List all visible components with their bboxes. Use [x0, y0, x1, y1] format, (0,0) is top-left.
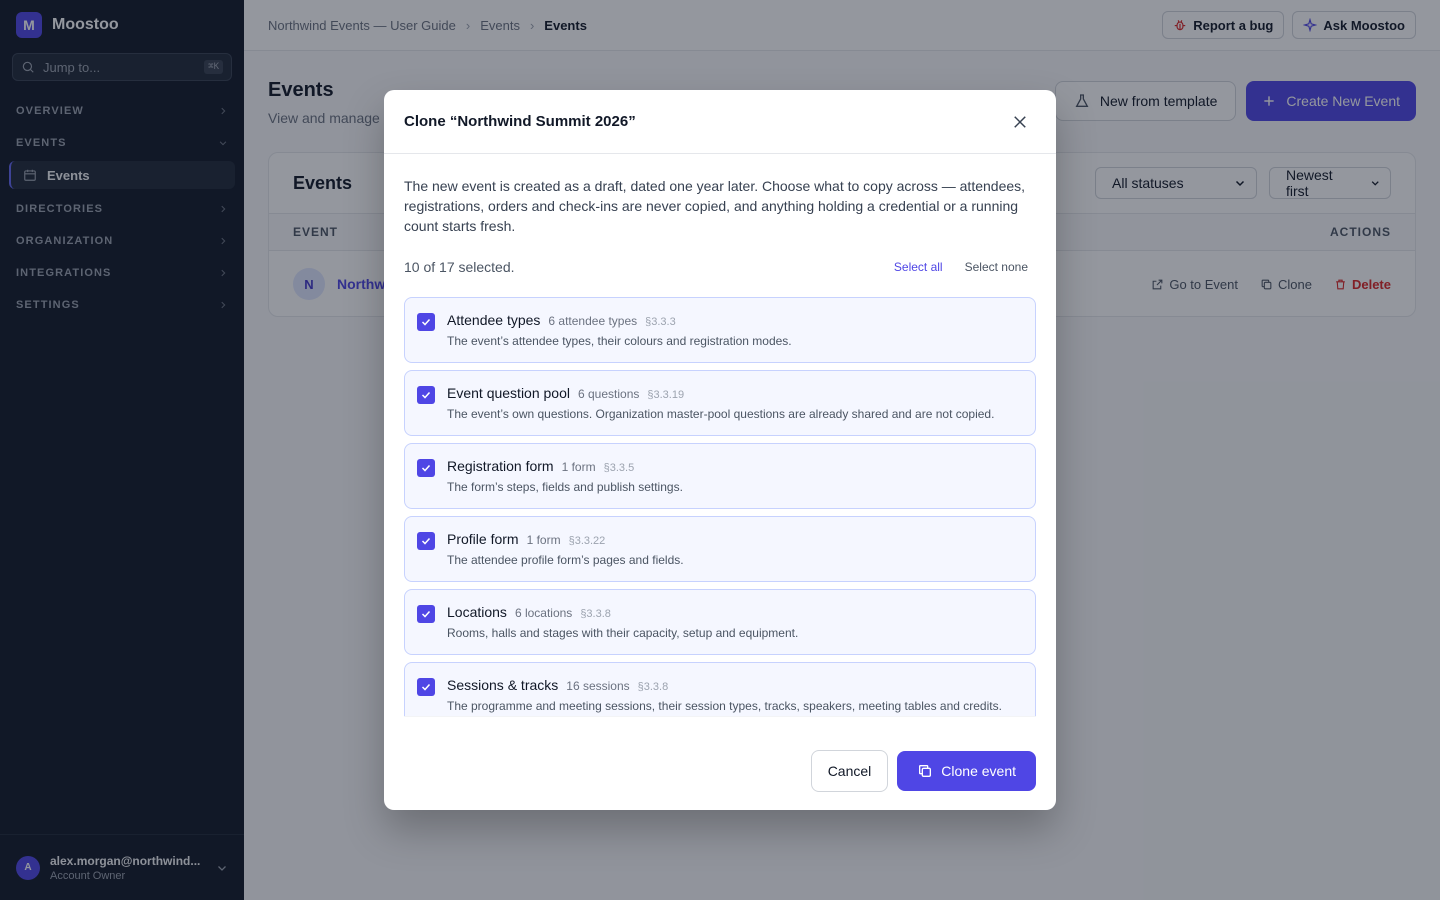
option-name: Locations	[447, 604, 507, 620]
option-description: Rooms, halls and stages with their capac…	[447, 626, 799, 640]
option-ref: §3.3.22	[568, 535, 606, 547]
option-content: Event question pool 6 questions §3.3.19 …	[447, 385, 1019, 422]
checkbox[interactable]	[417, 313, 435, 331]
option-description: The event’s attendee types, their colour…	[447, 334, 792, 348]
copy-icon	[919, 764, 932, 777]
option-count: 6 locations	[514, 606, 573, 620]
option-sessions-tracks[interactable]: Sessions & tracks 16 sessions §3.3.8 The…	[404, 662, 1036, 716]
select-none-button[interactable]: Select none	[957, 258, 1036, 276]
option-description: The attendee profile form’s pages and fi…	[447, 553, 684, 567]
option-count: 16 sessions	[566, 679, 630, 693]
option-ref: §3.3.19	[647, 389, 685, 401]
check-icon	[421, 610, 431, 618]
checkbox[interactable]	[417, 605, 435, 623]
dialog-description: The new event is created as a draft, dat…	[404, 178, 1026, 234]
clone-event-label: Clone event	[941, 762, 1016, 779]
option-description: The event’s own questions. Organization …	[447, 407, 995, 421]
check-icon	[421, 391, 431, 399]
clone-options-list[interactable]: Attendee types 6 attendee types §3.3.3 T…	[404, 297, 1036, 717]
option-ref: §3.3.8	[637, 681, 669, 693]
option-content: Registration form 1 form §3.3.5 The form…	[447, 458, 1019, 495]
option-description: The programme and meeting sessions, thei…	[447, 699, 1002, 716]
selection-controls: Select all Select none	[886, 258, 1036, 276]
selection-summary: 10 of 17 selected. Select all Select non…	[404, 257, 1036, 277]
option-heading: Event question pool 6 questions §3.3.19	[447, 385, 1019, 401]
dialog-footer: Cancel Clone event	[384, 731, 1056, 810]
selected-count: 10 of 17 selected.	[404, 259, 515, 275]
checkbox[interactable]	[417, 459, 435, 477]
option-event-question-pool[interactable]: Event question pool 6 questions §3.3.19 …	[404, 370, 1036, 436]
option-name: Event question pool	[447, 385, 570, 401]
option-ref: §3.3.3	[645, 316, 676, 328]
close-button[interactable]	[1004, 106, 1036, 138]
option-description: The form’s steps, fields and publish set…	[447, 480, 683, 494]
option-content: Attendee types 6 attendee types §3.3.3 T…	[447, 312, 1019, 349]
dialog-header: Clone “Northwind Summit 2026”	[384, 90, 1056, 154]
option-heading: Sessions & tracks 16 sessions §3.3.8	[447, 677, 1019, 693]
clone-event-dialog: Clone “Northwind Summit 2026” The new ev…	[384, 90, 1056, 810]
check-icon	[421, 318, 431, 326]
option-name: Sessions & tracks	[447, 677, 559, 693]
check-icon	[421, 683, 431, 691]
close-icon	[1014, 115, 1026, 128]
dialog-body: The new event is created as a draft, dat…	[384, 154, 1056, 717]
option-count: 1 form	[526, 533, 561, 547]
option-name: Registration form	[447, 458, 554, 474]
checkbox[interactable]	[417, 532, 435, 550]
option-content: Sessions & tracks 16 sessions §3.3.8 The…	[447, 677, 1019, 716]
option-registration-form[interactable]: Registration form 1 form §3.3.5 The form…	[404, 443, 1036, 509]
option-ref: §3.3.5	[603, 462, 635, 474]
clone-event-button[interactable]: Clone event	[897, 750, 1036, 791]
option-content: Locations 6 locations §3.3.8 Rooms, hall…	[447, 604, 1019, 641]
checkbox[interactable]	[417, 386, 435, 404]
checkbox[interactable]	[417, 678, 435, 696]
option-count: 6 questions	[577, 387, 640, 401]
option-heading: Profile form 1 form §3.3.22	[447, 531, 1019, 547]
option-heading: Locations 6 locations §3.3.8	[447, 604, 1019, 620]
option-ref: §3.3.8	[580, 608, 611, 620]
dialog-title: Clone “Northwind Summit 2026”	[404, 113, 636, 130]
cancel-button[interactable]: Cancel	[810, 749, 889, 792]
option-locations[interactable]: Locations 6 locations §3.3.8 Rooms, hall…	[404, 589, 1036, 655]
option-content: Profile form 1 form §3.3.22 The attendee…	[447, 531, 1019, 568]
option-name: Attendee types	[447, 312, 541, 328]
check-icon	[421, 464, 431, 472]
option-name: Profile form	[447, 531, 519, 547]
option-count: 6 attendee types	[548, 314, 638, 328]
option-heading: Attendee types 6 attendee types §3.3.3	[447, 312, 1019, 328]
select-all-button[interactable]: Select all	[886, 258, 951, 276]
option-profile-form[interactable]: Profile form 1 form §3.3.22 The attendee…	[404, 516, 1036, 582]
option-count: 1 form	[561, 460, 596, 474]
option-attendee-types[interactable]: Attendee types 6 attendee types §3.3.3 T…	[404, 297, 1036, 363]
check-icon	[421, 537, 431, 545]
option-heading: Registration form 1 form §3.3.5	[447, 458, 1019, 474]
